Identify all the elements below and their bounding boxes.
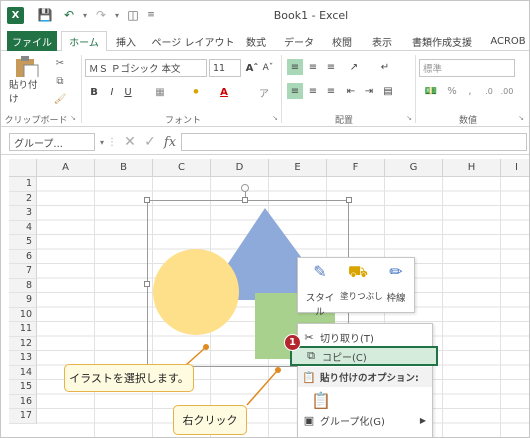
callout-right-click: 右クリック bbox=[173, 405, 247, 435]
callout-select-illustration: イラストを選択します。 bbox=[64, 364, 194, 392]
